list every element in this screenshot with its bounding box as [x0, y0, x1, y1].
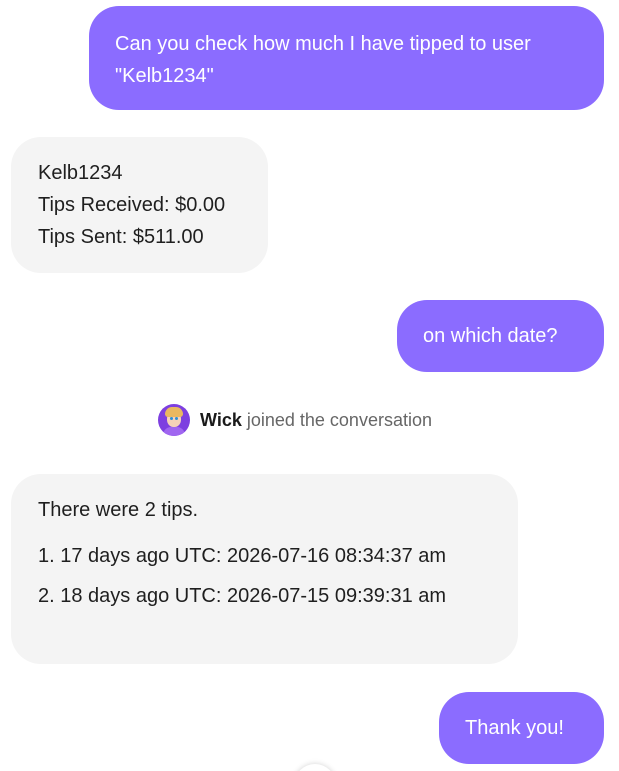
wick-avatar-icon: [158, 404, 190, 436]
user-message: on which date?: [397, 300, 604, 372]
tips-sent-line: Tips Sent: $511.00: [38, 226, 204, 248]
join-text: joined the conversation: [246, 409, 432, 430]
agent-name: Wick: [200, 409, 242, 430]
username-line: Kelb1234: [38, 162, 123, 184]
list-item: 1. 17 days ago UTC: 2026-07-16 08:34:37 …: [38, 545, 447, 567]
list-item: 2. 18 days ago UTC: 2026-07-15 09:39:31 …: [38, 585, 447, 607]
user-message-text: on which date?: [423, 325, 558, 347]
tips-list: 1. 17 days ago UTC: 2026-07-16 08:34:37 …: [38, 536, 491, 616]
chat-transcript: Can you check how much I have tipped to …: [0, 0, 619, 771]
user-message: Thank you!: [439, 692, 604, 764]
user-message: Can you check how much I have tipped to …: [89, 6, 604, 110]
join-notice: Wick joined the conversation: [158, 403, 432, 437]
scroll-down-button[interactable]: [294, 764, 336, 771]
user-message-text: Thank you!: [465, 717, 564, 739]
user-message-text: Can you check how much I have tipped to …: [115, 33, 531, 87]
agent-message: Kelb1234 Tips Received: $0.00 Tips Sent:…: [11, 137, 268, 273]
tips-received-line: Tips Received: $0.00: [38, 194, 226, 216]
tips-summary: There were 2 tips.: [38, 499, 199, 521]
agent-message: There were 2 tips. 1. 17 days ago UTC: 2…: [11, 474, 518, 664]
